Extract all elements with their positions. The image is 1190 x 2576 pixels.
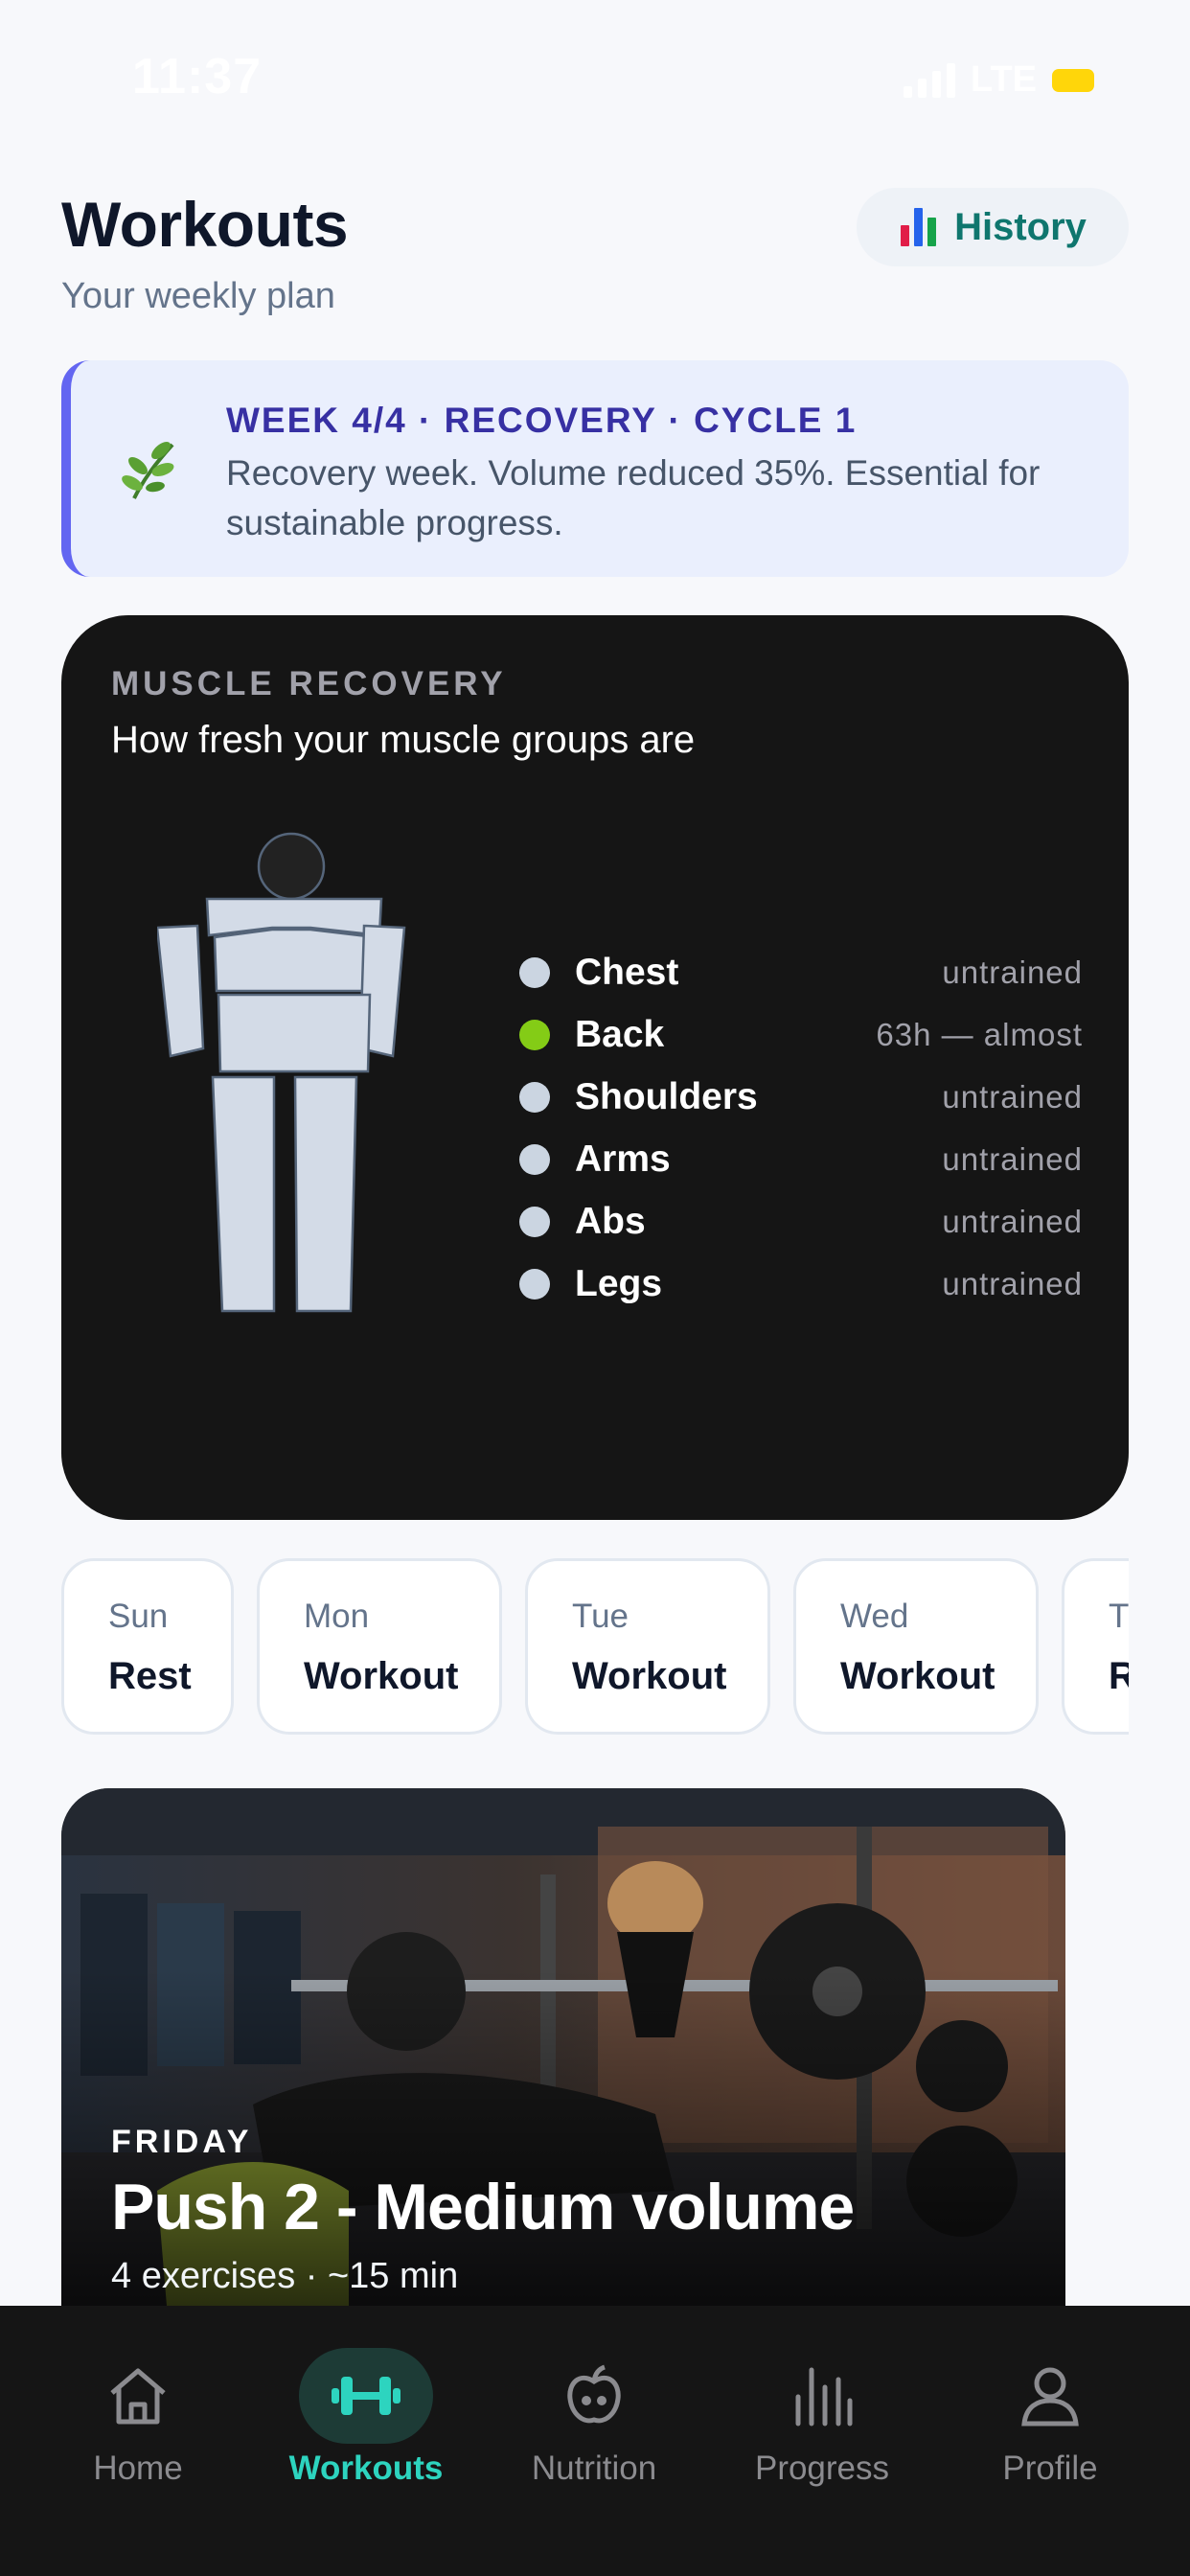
muscle-row-legs[interactable]: Legs untrained <box>517 1253 1083 1315</box>
user-icon <box>1021 2367 1079 2426</box>
status-dot <box>519 1081 550 1113</box>
history-label: History <box>954 205 1087 248</box>
muscle-status: untrained <box>942 954 1083 990</box>
tab-nutrition[interactable]: Nutrition <box>480 2306 708 2517</box>
day-type: Workout <box>840 1655 995 1697</box>
muscle-name: Arms <box>575 1138 671 1180</box>
dumbbell-icon <box>332 2377 400 2415</box>
day-type: Workout <box>304 1655 459 1697</box>
day-name: Wed <box>840 1598 909 1635</box>
history-button[interactable]: History <box>857 188 1129 266</box>
battery-icon <box>1052 68 1094 92</box>
status-indicators: LTE <box>904 59 1094 101</box>
apple-icon <box>567 2364 621 2424</box>
bar-chart-icon <box>899 208 937 246</box>
muscle-name: Shoulders <box>575 1075 758 1117</box>
muscle-arm-left <box>157 924 205 1058</box>
muscle-name: Back <box>575 1013 665 1055</box>
cycle-banner: WEEK 4/4 · RECOVERY · CYCLE 1 Recovery w… <box>61 360 1129 577</box>
signal-icon <box>904 62 956 98</box>
page-header: Workouts Your weekly plan History <box>61 188 1129 332</box>
tab-progress[interactable]: Progress <box>708 2306 936 2517</box>
day-chip-wed[interactable]: Wed Workout <box>793 1558 1039 1735</box>
status-dot <box>519 1019 550 1050</box>
muscle-status: untrained <box>942 1265 1083 1301</box>
tab-home[interactable]: Home <box>24 2306 252 2517</box>
muscle-row-abs[interactable]: Abs untrained <box>517 1190 1083 1253</box>
day-name: Mon <box>304 1598 370 1635</box>
muscle-status: untrained <box>942 1203 1083 1239</box>
workout-day: FRIDAY <box>111 2124 253 2160</box>
muscle-abs <box>217 993 372 1073</box>
day-type: Workout <box>572 1655 727 1697</box>
banner-text: Recovery week. Volume reduced 35%. Essen… <box>226 453 1041 542</box>
muscle-list: Chest untrained Back 63h — almost Should… <box>517 941 1083 1315</box>
day-chip-tue[interactable]: Tue Workout <box>525 1558 770 1735</box>
tab-bar: Home Workouts Nutrition Progress Profile <box>0 2306 1190 2576</box>
day-chip-mon[interactable]: Mon Workout <box>257 1558 502 1735</box>
herb-leaf-icon <box>122 442 174 499</box>
status-dot <box>519 956 550 988</box>
muscle-status: 63h — almost <box>876 1016 1083 1052</box>
home-icon <box>110 2368 166 2425</box>
day-type: R <box>1109 1655 1129 1697</box>
muscle-row-back[interactable]: Back 63h — almost <box>517 1003 1083 1066</box>
muscle-name: Abs <box>575 1200 646 1242</box>
day-name: Th <box>1109 1598 1129 1635</box>
network-type: LTE <box>971 59 1037 100</box>
tab-label: Nutrition <box>531 2450 657 2487</box>
status-dot <box>519 1268 550 1300</box>
muscle-name: Chest <box>575 951 679 993</box>
muscle-row-shoulders[interactable]: Shoulders untrained <box>517 1066 1083 1128</box>
page-subtitle: Your weekly plan <box>61 276 335 316</box>
muscle-status: untrained <box>942 1078 1083 1115</box>
status-dot <box>519 1143 550 1175</box>
status-time: 11:37 <box>132 49 263 104</box>
day-name: Tue <box>572 1598 629 1635</box>
recovery-subtitle: How fresh your muscle groups are <box>111 719 696 761</box>
muscle-row-chest[interactable]: Chest untrained <box>517 941 1083 1003</box>
status-dot <box>519 1206 550 1237</box>
muscle-chest <box>213 928 378 993</box>
muscle-leg-right <box>293 1075 358 1313</box>
muscle-name: Legs <box>575 1262 663 1304</box>
day-type: Rest <box>108 1655 192 1697</box>
recovery-label: MUSCLE RECOVERY <box>111 665 507 702</box>
tab-label: Progress <box>754 2450 890 2487</box>
muscle-recovery-card: MUSCLE RECOVERY How fresh your muscle gr… <box>61 615 1129 1520</box>
muscle-status: untrained <box>942 1140 1083 1177</box>
day-selector[interactable]: Sun Rest Mon Workout Tue Workout Wed Wor… <box>61 1558 1129 1735</box>
status-bar: 11:37 LTE <box>0 0 1190 153</box>
muscle-row-arms[interactable]: Arms untrained <box>517 1128 1083 1190</box>
day-name: Sun <box>108 1598 169 1635</box>
tab-label: Workouts <box>288 2450 444 2487</box>
day-chip-thu[interactable]: Th R <box>1062 1558 1129 1735</box>
banner-title: WEEK 4/4 · RECOVERY · CYCLE 1 <box>226 401 858 440</box>
tab-workouts[interactable]: Workouts <box>252 2306 480 2517</box>
workout-card[interactable]: FRIDAY Push 2 - Medium volume 4 exercise… <box>61 1788 1065 2306</box>
workout-meta: 4 exercises · ~15 min <box>111 2256 459 2296</box>
tab-profile[interactable]: Profile <box>936 2306 1164 2517</box>
day-chip-sun[interactable]: Sun Rest <box>61 1558 234 1735</box>
workout-title: Push 2 - Medium volume <box>111 2171 855 2243</box>
tab-label: Home <box>93 2450 183 2487</box>
tab-label: Profile <box>1002 2450 1098 2487</box>
body-figure <box>157 832 406 1313</box>
head <box>257 832 326 901</box>
bar-chart-icon <box>795 2367 853 2426</box>
muscle-leg-left <box>211 1075 276 1313</box>
